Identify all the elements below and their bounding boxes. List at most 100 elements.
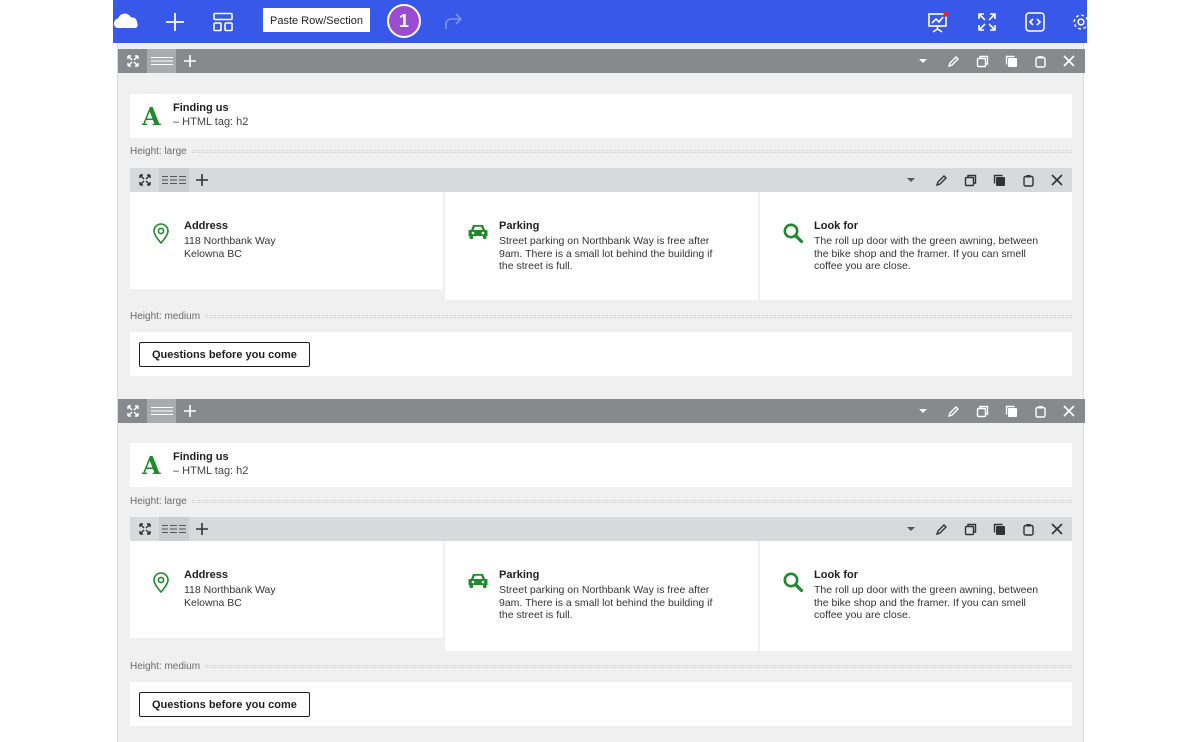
expand-icon[interactable] <box>975 0 999 43</box>
row-toolbar <box>130 517 1072 541</box>
spacer-medium[interactable]: Height: medium <box>130 661 1072 672</box>
builder-toolbar: Paste Row/Section 1 <box>113 0 1087 43</box>
pencil-icon[interactable] <box>930 168 952 192</box>
step-badge: 1 <box>387 4 421 38</box>
copy-icon[interactable] <box>988 168 1010 192</box>
cloud-icon[interactable] <box>113 0 141 43</box>
search-icon <box>782 222 804 249</box>
column-title: Parking <box>499 220 540 232</box>
column-parking[interactable]: Parking Street parking on Northbank Way … <box>445 192 758 300</box>
column-title: Look for <box>814 569 858 581</box>
button-module: Questions before you come <box>130 332 1072 376</box>
text-line: 118 Northbank Way <box>184 584 276 596</box>
column-text: 118 Northbank Way Kelowna BC <box>184 235 424 260</box>
column-parking[interactable]: Parking Street parking on Northbank Way … <box>445 541 758 651</box>
close-icon[interactable] <box>1058 49 1080 73</box>
drag-handle-icon[interactable] <box>159 517 189 541</box>
spacer-label: Height: medium <box>130 311 201 322</box>
column-text: Street parking on Northbank Way is free … <box>499 584 739 622</box>
text-line: 118 Northbank Way <box>184 235 276 247</box>
close-icon[interactable] <box>1058 399 1080 423</box>
close-icon[interactable] <box>1046 517 1068 541</box>
column-look-for[interactable]: Look for The roll up door with the green… <box>760 192 1072 300</box>
text-line: Kelowna BC <box>184 596 242 609</box>
text-line: coffee you are close. <box>814 260 911 272</box>
map-pin-icon <box>152 571 170 598</box>
chevron-down-icon[interactable] <box>902 168 920 192</box>
column-title: Look for <box>814 220 858 232</box>
redo-icon[interactable] <box>441 0 465 43</box>
pencil-icon[interactable] <box>930 517 952 541</box>
gear-icon[interactable] <box>1071 0 1087 43</box>
copy-icon[interactable] <box>988 517 1010 541</box>
chevron-down-icon[interactable] <box>902 517 920 541</box>
spacer-divider <box>205 665 1072 668</box>
duplicate-icon[interactable] <box>959 517 981 541</box>
clipboard-icon[interactable] <box>1017 517 1039 541</box>
column-text: 118 Northbank Way Kelowna BC <box>184 584 424 609</box>
move-arrows-icon[interactable] <box>118 49 147 73</box>
text-line: coffee you are close. <box>814 609 911 621</box>
drag-handle-icon[interactable] <box>147 399 176 423</box>
text-line: The roll up door with the green awning, … <box>814 235 1039 247</box>
car-icon <box>467 572 489 595</box>
pencil-icon[interactable] <box>942 399 964 423</box>
layout-icon[interactable] <box>211 0 235 43</box>
duplicate-icon[interactable] <box>971 49 993 73</box>
spacer-label: Height: large <box>130 496 187 507</box>
pencil-icon[interactable] <box>942 49 964 73</box>
clipboard-icon[interactable] <box>1029 49 1051 73</box>
column-text: The roll up door with the green awning, … <box>814 235 1054 273</box>
text-line: 9am. There is a small lot behind the bui… <box>499 596 713 609</box>
spacer-large[interactable]: Height: large <box>130 146 1072 157</box>
move-arrows-icon[interactable] <box>130 517 159 541</box>
drag-handle-icon[interactable] <box>159 168 189 192</box>
move-arrows-icon[interactable] <box>130 168 159 192</box>
clipboard-icon[interactable] <box>1017 168 1039 192</box>
add-column-plus-icon[interactable] <box>190 168 214 192</box>
add-row-plus-icon[interactable] <box>178 399 202 423</box>
row-toolbar <box>130 168 1072 192</box>
heading-title: Finding us <box>173 102 229 114</box>
chevron-down-icon[interactable] <box>914 49 932 73</box>
heading-tag-note: – HTML tag: h2 <box>173 465 249 477</box>
text-line: The roll up door with the green awning, … <box>814 584 1039 596</box>
column-title: Parking <box>499 569 540 581</box>
add-row-plus-icon[interactable] <box>178 49 202 73</box>
close-icon[interactable] <box>1046 168 1068 192</box>
section: A Finding us – HTML tag: h2 Height: larg… <box>118 49 1085 382</box>
copy-icon[interactable] <box>1000 399 1022 423</box>
heading-module[interactable]: A Finding us – HTML tag: h2 <box>130 443 1072 487</box>
questions-button[interactable]: Questions before you come <box>139 692 310 717</box>
duplicate-icon[interactable] <box>971 399 993 423</box>
column-look-for[interactable]: Look for The roll up door with the green… <box>760 541 1072 651</box>
copy-icon[interactable] <box>1000 49 1022 73</box>
code-icon[interactable] <box>1023 0 1047 43</box>
spacer-divider <box>205 315 1072 318</box>
questions-button[interactable]: Questions before you come <box>139 342 310 367</box>
paste-row-section-button[interactable]: Paste Row/Section <box>263 8 370 32</box>
heading-title: Finding us <box>173 451 229 463</box>
add-plus-icon[interactable] <box>163 0 187 43</box>
spacer-label: Height: large <box>130 146 187 157</box>
duplicate-icon[interactable] <box>959 168 981 192</box>
chevron-down-icon[interactable] <box>914 399 932 423</box>
column-title: Address <box>184 220 229 232</box>
section: A Finding us – HTML tag: h2 Height: larg… <box>118 399 1085 742</box>
spacer-medium[interactable]: Height: medium <box>130 311 1072 322</box>
presentation-icon[interactable] <box>925 0 951 43</box>
spacer-large[interactable]: Height: large <box>130 496 1072 507</box>
clipboard-icon[interactable] <box>1029 399 1051 423</box>
column-text: The roll up door with the green awning, … <box>814 584 1054 622</box>
move-arrows-icon[interactable] <box>118 399 147 423</box>
text-line: the street is full. <box>499 609 573 621</box>
column-address[interactable]: Address 118 Northbank Way Kelowna BC <box>130 192 443 289</box>
spacer-divider <box>191 500 1072 503</box>
column-address[interactable]: Address 118 Northbank Way Kelowna BC <box>130 541 443 638</box>
add-column-plus-icon[interactable] <box>190 517 214 541</box>
heading-letter-icon: A <box>142 102 161 131</box>
search-icon <box>782 571 804 598</box>
drag-handle-icon[interactable] <box>147 49 176 73</box>
heading-module[interactable]: A Finding us – HTML tag: h2 <box>130 94 1072 138</box>
column-text: Street parking on Northbank Way is free … <box>499 235 739 273</box>
